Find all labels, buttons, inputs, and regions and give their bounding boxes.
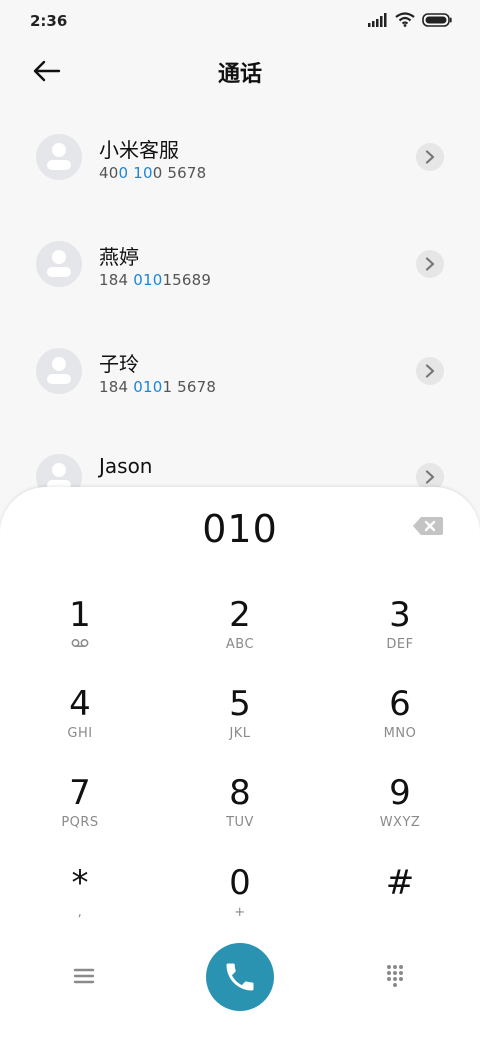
avatar xyxy=(36,348,82,394)
key-letters: PQRS xyxy=(61,815,99,830)
contact-name: 子玲 xyxy=(99,352,139,376)
contact-number: 184 0101 5678 xyxy=(99,378,217,396)
call-button[interactable] xyxy=(206,943,274,1011)
key-digit: # xyxy=(385,863,415,903)
key-6[interactable]: 6 MNO xyxy=(340,684,460,764)
key-letters: , xyxy=(77,905,83,920)
key-digit: 6 xyxy=(389,684,411,724)
key-digit: 2 xyxy=(229,595,251,635)
key-digit: 3 xyxy=(389,595,411,635)
key-digit: * xyxy=(71,863,89,903)
key-5[interactable]: 5 JKL xyxy=(180,684,300,764)
key-0[interactable]: 0 + xyxy=(180,863,300,943)
key-letters: JKL xyxy=(229,726,251,741)
key-letters: WXYZ xyxy=(379,815,421,830)
key-2[interactable]: 2 ABC xyxy=(180,595,300,675)
wifi-icon xyxy=(395,12,415,27)
key-digit: 0 xyxy=(229,863,251,903)
status-bar: 2:36 xyxy=(0,0,480,42)
key-9[interactable]: 9 WXYZ xyxy=(340,773,460,853)
contact-detail-button[interactable] xyxy=(416,250,444,278)
chevron-right-icon xyxy=(425,470,435,484)
contact-row-xiaomi-service[interactable]: 小米客服 400 100 5678 xyxy=(0,110,480,216)
status-time: 2:36 xyxy=(30,12,68,30)
contact-detail-button[interactable] xyxy=(416,357,444,385)
contact-detail-button[interactable] xyxy=(416,143,444,171)
signal-icon xyxy=(368,12,387,27)
battery-icon xyxy=(422,12,452,27)
chevron-right-icon xyxy=(425,364,435,378)
menu-button[interactable] xyxy=(66,961,102,991)
key-8[interactable]: 8 TUV xyxy=(180,773,300,853)
contact-name: 小米客服 xyxy=(99,138,179,162)
avatar xyxy=(36,134,82,180)
contact-name: Jason xyxy=(99,454,153,478)
backspace-icon xyxy=(413,517,443,535)
key-4[interactable]: 4 GHI xyxy=(20,684,140,764)
dialpad-icon xyxy=(387,965,403,987)
chevron-right-icon xyxy=(425,150,435,164)
key-letters: GHI xyxy=(67,726,93,741)
contact-number: 184 01015689 xyxy=(99,271,212,289)
key-digit: 9 xyxy=(389,773,411,813)
contact-row-ziling[interactable]: 子玲 184 0101 5678 xyxy=(0,324,480,430)
contact-name: 燕婷 xyxy=(99,245,139,269)
contact-number: 400 100 5678 xyxy=(99,164,207,182)
header: 通话 xyxy=(0,42,480,100)
key-letters: ABC xyxy=(225,637,255,652)
avatar xyxy=(36,241,82,287)
key-letters: MNO xyxy=(383,726,417,741)
bottom-bar xyxy=(0,943,480,1013)
key-hash[interactable]: # xyxy=(340,863,460,943)
key-letters: + xyxy=(234,905,246,920)
key-1[interactable]: 1 xyxy=(20,595,140,675)
key-digit: 1 xyxy=(69,595,91,635)
key-digit: 8 xyxy=(229,773,251,813)
page-title: 通话 xyxy=(217,62,262,87)
menu-icon xyxy=(73,968,95,984)
key-3[interactable]: 3 DEF xyxy=(340,595,460,675)
key-digit: 7 xyxy=(69,773,91,813)
key-digit: 5 xyxy=(229,684,251,724)
voicemail-icon xyxy=(20,637,140,653)
key-letters: TUV xyxy=(226,815,254,830)
status-icons xyxy=(368,12,452,27)
key-letters: DEF xyxy=(386,637,414,652)
key-7[interactable]: 7 PQRS xyxy=(20,773,140,853)
backspace-button[interactable] xyxy=(412,515,444,539)
chevron-right-icon xyxy=(425,257,435,271)
dialpad-toggle-button[interactable] xyxy=(378,959,412,993)
phone-icon xyxy=(226,963,254,991)
dialed-number-display: 010 xyxy=(202,507,278,551)
key-digit: 4 xyxy=(69,684,91,724)
contact-row-yanting[interactable]: 燕婷 184 01015689 xyxy=(0,217,480,323)
key-star[interactable]: * , xyxy=(20,863,140,943)
